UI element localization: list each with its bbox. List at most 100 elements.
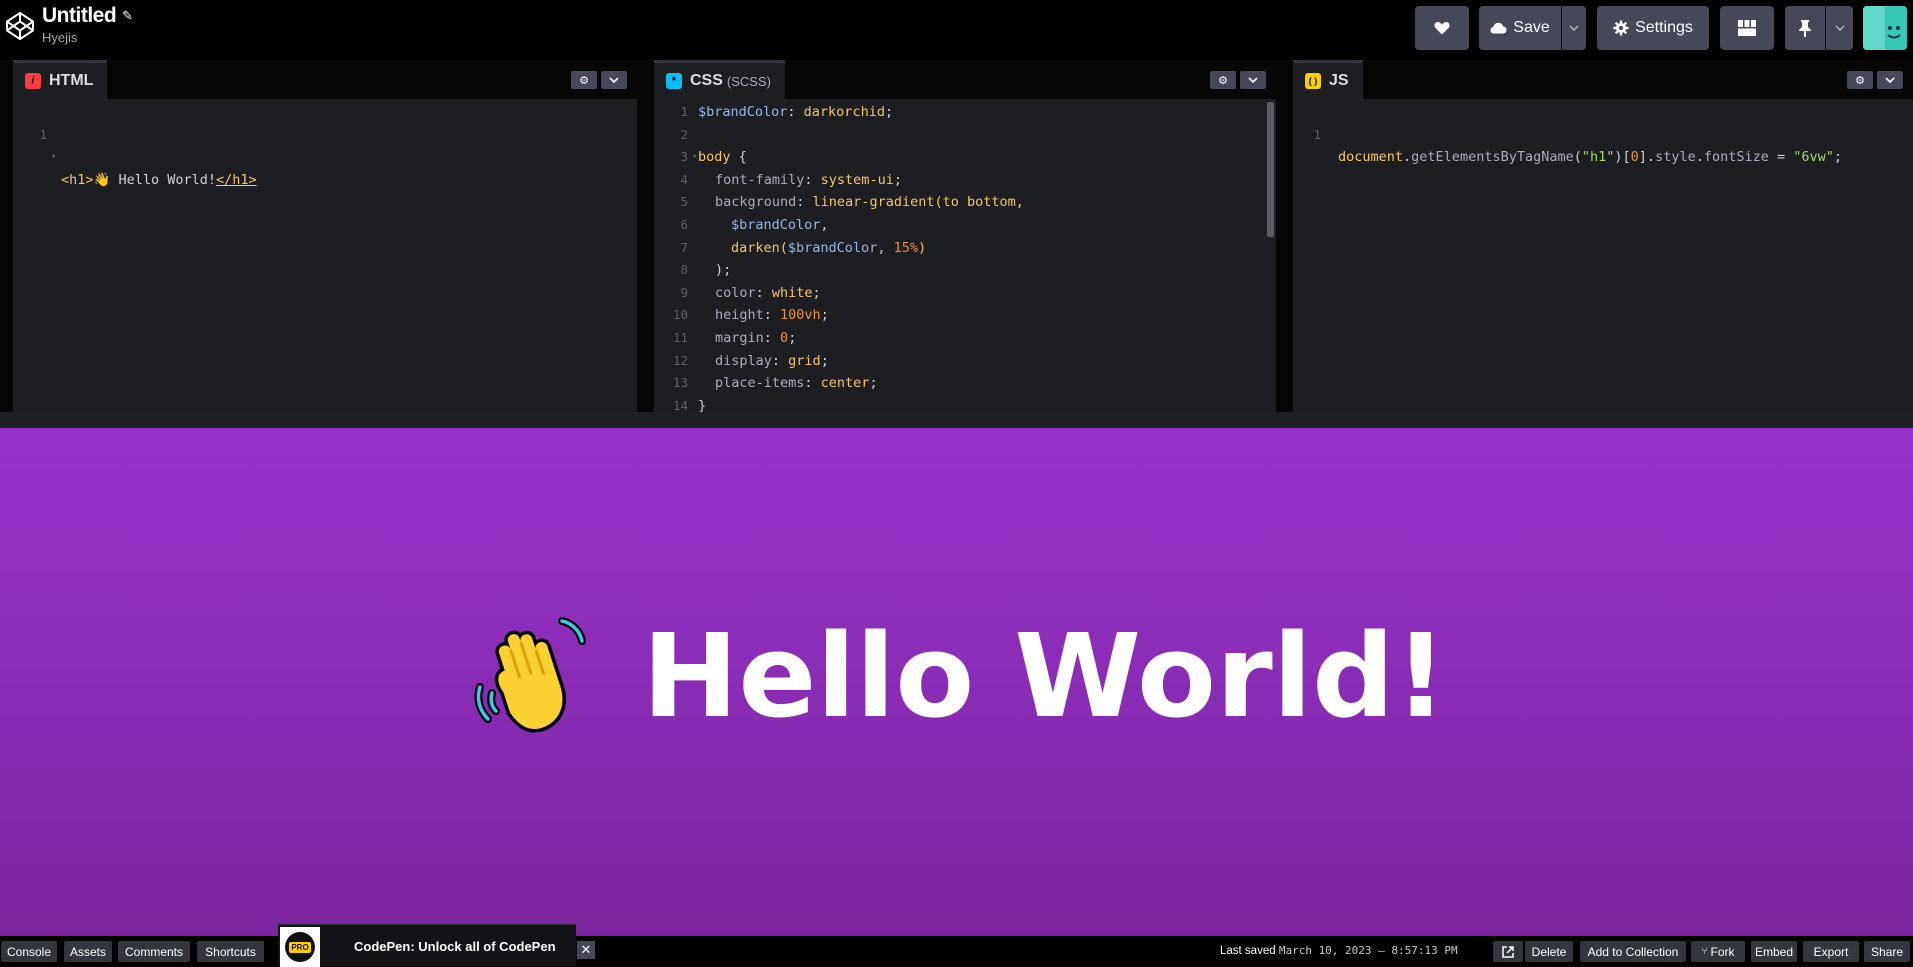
tab-js[interactable]: ( ) JS [1293, 60, 1363, 99]
css-scrollbar-thumb[interactable] [1267, 102, 1274, 237]
resize-handle-left[interactable] [0, 60, 13, 412]
pencil-icon[interactable]: ✎ [122, 8, 133, 24]
chevron-down-icon [1569, 25, 1579, 31]
save-button[interactable]: Save [1479, 6, 1561, 50]
token: , [820, 216, 829, 233]
heart-button[interactable] [1415, 6, 1469, 50]
layout-icon [1738, 20, 1756, 36]
pro-promo-toast[interactable]: PRO CodePen: Unlock all of CodePen [278, 924, 576, 967]
code-line: 10 height: 100vh; [654, 304, 1276, 327]
open-external-button[interactable] [1493, 941, 1523, 962]
token: system-ui [820, 171, 894, 188]
chevron-down-icon [609, 77, 619, 83]
css-editor: * CSS (SCSS) ⚙ 1 $brandColor: darkorchid;… [654, 60, 1276, 412]
pen-title-block: Untitled ✎ Hyejis [42, 4, 133, 45]
save-options-button[interactable] [1562, 6, 1586, 50]
code-text: background: linear-gradient(to bottom, [715, 191, 1024, 214]
pen-title-text[interactable]: Untitled [42, 4, 117, 28]
share-button[interactable]: Share [1864, 941, 1910, 962]
line-number: 2 [680, 126, 688, 142]
settings-label: Settings [1635, 19, 1693, 36]
token: ); [715, 262, 732, 279]
pen-owner[interactable]: Hyejis [42, 30, 133, 45]
css-settings-button[interactable]: ⚙ [1210, 71, 1236, 89]
token: : [804, 375, 821, 392]
code-text: color: white; [715, 282, 821, 305]
css-collapse-button[interactable] [1240, 71, 1266, 89]
token: : [763, 329, 781, 346]
settings-button[interactable]: Settings [1597, 6, 1709, 50]
console-button[interactable]: Console [1, 941, 57, 962]
token: 0 [780, 329, 789, 346]
promo-text[interactable]: CodePen: Unlock all of CodePen [354, 939, 556, 954]
token: : [763, 307, 781, 324]
fold-arrow-icon[interactable]: ▾ [51, 146, 56, 169]
change-view-button[interactable] [1720, 6, 1774, 50]
css-scrollbar[interactable] [1266, 99, 1276, 412]
pro-badge-icon: PRO [280, 927, 320, 967]
code-line: 2 [654, 124, 1276, 147]
code-line: 7 darken($brandColor, 15%) [654, 237, 1276, 260]
pin-button[interactable] [1785, 6, 1825, 50]
token: 15% [893, 239, 918, 256]
html-tools: ⚙ [571, 71, 627, 89]
line-number: 1 [1313, 126, 1321, 142]
fork-button[interactable]: ⑂ Fork [1691, 941, 1745, 962]
cloud-icon [1490, 22, 1507, 34]
shortcuts-button[interactable]: Shortcuts [197, 941, 264, 962]
code-line: 11 margin: 0; [654, 327, 1276, 350]
add-to-collection-button[interactable]: Add to Collection [1580, 941, 1686, 962]
promo-close-button[interactable]: ✕ [577, 941, 595, 959]
tab-css-label: CSS [690, 72, 723, 89]
code-line: 9 color: white; [654, 282, 1276, 305]
pro-badge-text: PRO [289, 941, 311, 953]
code-text: } [698, 395, 706, 412]
line-number: 11 [672, 329, 688, 345]
comments-button[interactable]: Comments [118, 941, 190, 962]
html-collapse-button[interactable] [601, 71, 627, 89]
token: place-items [715, 375, 805, 392]
codepen-logo-icon[interactable] [4, 10, 36, 42]
token: grid [788, 352, 821, 369]
token: ]. [1638, 149, 1656, 166]
pin-options-button[interactable] [1826, 6, 1853, 50]
tab-html[interactable]: / HTML [13, 60, 108, 99]
resize-handle-js[interactable] [1276, 60, 1293, 412]
token: font-family [715, 171, 805, 188]
line-number: 9 [680, 284, 688, 300]
token: 100vh [780, 307, 821, 324]
token: : [771, 352, 789, 369]
html-settings-button[interactable]: ⚙ [571, 71, 597, 89]
js-collapse-button[interactable] [1877, 71, 1903, 89]
last-saved-time: March 10, 2023 — 8:57:13 PM [1278, 944, 1458, 957]
fold-arrow-icon[interactable]: ▾ [692, 146, 697, 169]
external-link-icon [1502, 945, 1514, 958]
resize-handle-css[interactable] [637, 60, 654, 412]
code-text: document.getElementsByTagName("h1")[0].s… [1338, 146, 1842, 169]
line-number: 4 [680, 171, 688, 187]
pin-icon [1799, 19, 1811, 37]
pen-title[interactable]: Untitled ✎ [42, 4, 133, 28]
token: display [715, 352, 772, 369]
token: "6vw" [1793, 149, 1834, 166]
js-settings-button[interactable]: ⚙ [1847, 71, 1873, 89]
embed-button[interactable]: Embed [1751, 941, 1797, 962]
assets-button[interactable]: Assets [64, 941, 112, 962]
css-code-area[interactable]: 1 $brandColor: darkorchid; 2 3 ▾ body { 4 fo… [654, 99, 1276, 412]
preview-heading-text: Hello World! [642, 609, 1447, 744]
code-text: $brandColor, [731, 214, 829, 237]
line-number: 10 [672, 307, 688, 323]
code-line: 1 ▾ <h1>👋 Hello World!</h1> [13, 101, 637, 188]
token: white [771, 284, 813, 301]
code-text: height: 100vh; [715, 304, 829, 327]
tab-css[interactable]: * CSS (SCSS) [654, 60, 785, 99]
html-code-area[interactable]: 1 ▾ <h1>👋 Hello World!</h1> [13, 99, 637, 412]
line-number: 5 [680, 194, 688, 210]
last-saved: Last saved March 10, 2023 — 8:57:13 PM [1220, 944, 1458, 957]
preview-resize-handle[interactable] [0, 412, 1913, 428]
token: $brandColor [698, 104, 788, 120]
avatar[interactable] [1863, 6, 1907, 50]
export-button[interactable]: Export [1803, 941, 1859, 962]
delete-button[interactable]: Delete [1525, 941, 1573, 962]
js-code-area[interactable]: 1 document.getElementsByTagName("h1")[0]… [1293, 99, 1913, 412]
